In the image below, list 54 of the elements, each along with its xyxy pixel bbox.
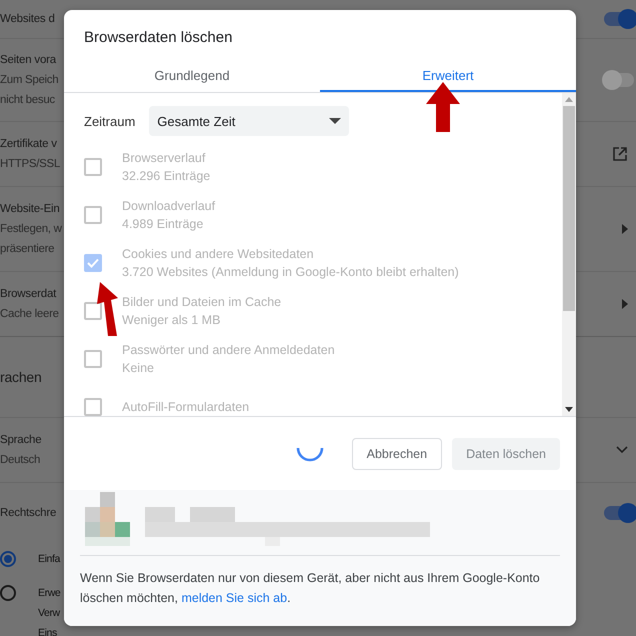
- setting-description: Zum Speich: [0, 73, 58, 88]
- pointer-arrow: [96, 282, 118, 336]
- item-detail: 3.720 Websites (Anmeldung in Google-Konto bleibt erhalten): [122, 265, 459, 279]
- scroll-up-icon[interactable]: [565, 97, 573, 102]
- tab[interactable]: Grundlegend: [64, 60, 320, 92]
- scrollbar-thumb[interactable]: [563, 106, 575, 311]
- setting-title: Rechtschre: [0, 506, 56, 521]
- scroll-down-icon[interactable]: [565, 407, 573, 412]
- item-detail: 32.296 Einträge: [122, 169, 210, 183]
- item-detail: 4.989 Einträge: [122, 217, 204, 231]
- arrow-right-icon[interactable]: [622, 224, 628, 234]
- setting-description: Verw: [38, 606, 61, 621]
- cancel-button[interactable]: Abbrechen: [352, 438, 442, 470]
- item-label: Passwörter und andere Anmeldedaten: [122, 343, 335, 357]
- item-label: Downloadverlauf: [122, 199, 216, 213]
- setting-description: präsentiere: [0, 242, 56, 257]
- dialog-title: Browserdaten löschen: [83, 28, 234, 48]
- item-detail: Weniger als 1 MB: [122, 313, 222, 327]
- caret-icon: [329, 118, 342, 124]
- item-label: Bilder und Dateien im Cache: [122, 295, 282, 309]
- setting-description: Eins: [38, 626, 58, 636]
- setting-title: Websites d: [0, 12, 55, 27]
- setting-title: Seiten vora: [0, 53, 58, 68]
- setting-description: Deutsch: [0, 453, 42, 468]
- sign-out-link[interactable]: melden Sie sich ab: [181, 591, 288, 605]
- toggle-switch[interactable]: [604, 73, 634, 87]
- item-label: AutoFill-Formulardaten: [122, 400, 250, 414]
- setting-description: HTTPS/SSL: [0, 157, 60, 172]
- setting-description: Festlegen, w: [0, 222, 62, 237]
- item-label: Browserverlauf: [122, 151, 206, 165]
- setting-title: Browserdat: [0, 287, 58, 302]
- setting-description: nicht besuc: [0, 93, 56, 108]
- sign-out-hint: Wenn Sie Browserdaten nur von diesem Gerät, aber nicht aus Ihrem Google-Konto löschen möchten, melden Sie sich ab.: [80, 570, 541, 607]
- radio-button[interactable]: [0, 551, 16, 567]
- time-range-label: Zeitraum: [84, 114, 136, 128]
- setting-title: Sprache: [0, 433, 42, 448]
- clear-data-button[interactable]: Daten löschen: [452, 438, 560, 470]
- item-label: Cookies und andere Websitedaten: [122, 247, 315, 261]
- radio-button[interactable]: [0, 585, 16, 601]
- chevron-down-icon[interactable]: [616, 446, 628, 454]
- setting-title: rachen: [0, 368, 42, 387]
- item-detail: Keine: [122, 361, 155, 375]
- toggle-switch[interactable]: [604, 12, 634, 26]
- setting-title: Einfa: [38, 552, 62, 567]
- setting-title: Website-Ein: [0, 202, 61, 217]
- time-range-dropdown[interactable]: Gesamte Zeit: [149, 106, 350, 136]
- checkmark-icon: [87, 258, 99, 268]
- arrow-right-icon[interactable]: [622, 299, 628, 309]
- toggle-switch[interactable]: [604, 506, 634, 520]
- setting-title: Zertifikate v: [0, 137, 58, 152]
- setting-title: Erwe: [38, 586, 62, 601]
- external-link-icon[interactable]: [612, 146, 628, 162]
- setting-description: Cache leere: [0, 307, 59, 322]
- pointer-arrow: [426, 82, 460, 132]
